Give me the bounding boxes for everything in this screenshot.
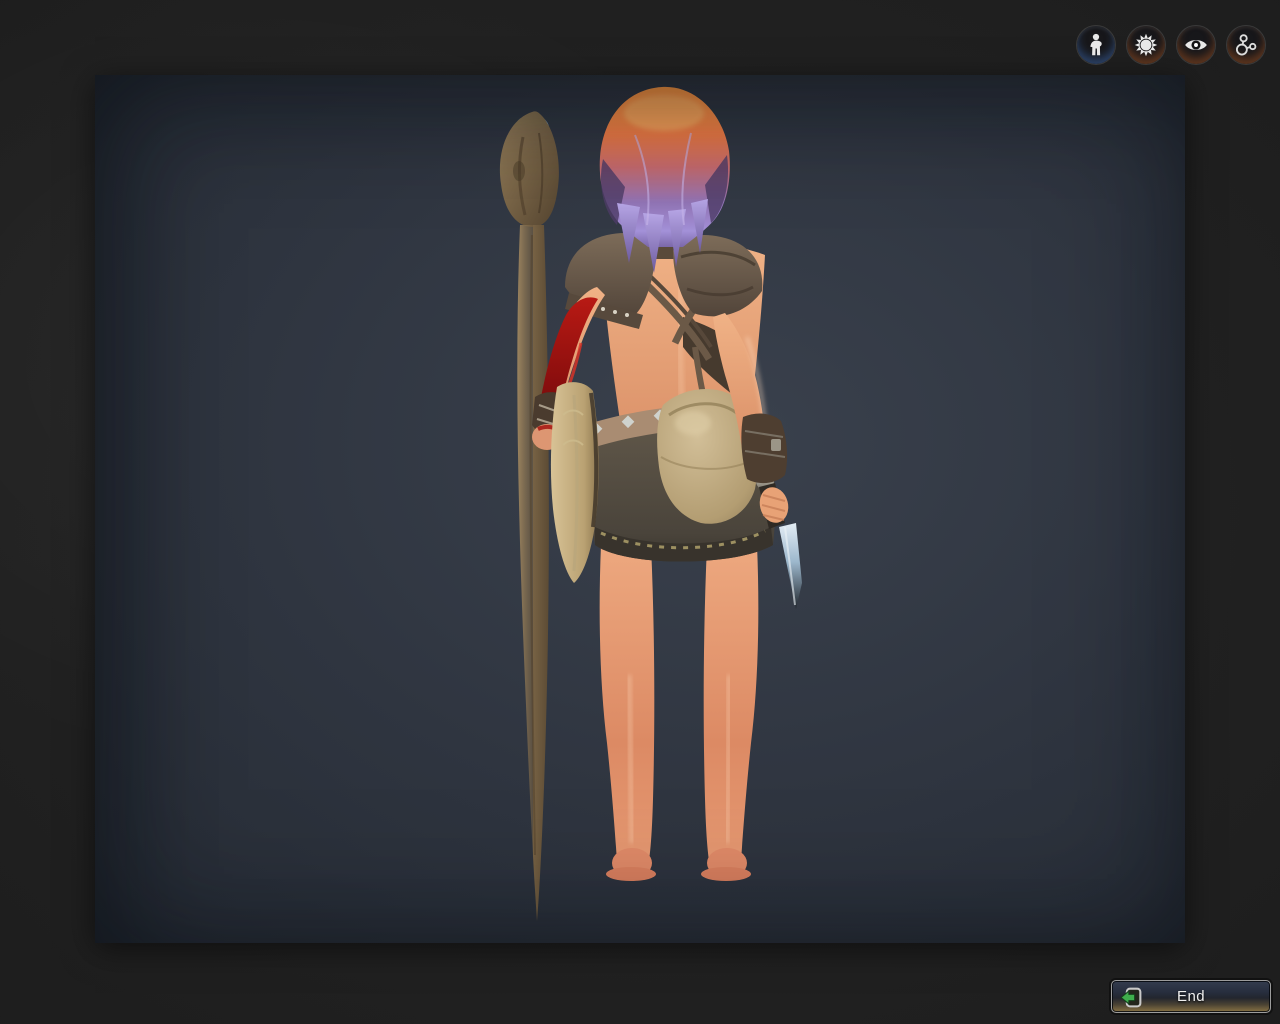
- right-leg: [703, 545, 759, 875]
- eye-icon: [1185, 40, 1207, 50]
- visibility-button[interactable]: [1176, 25, 1216, 65]
- sun-icon: [1134, 33, 1158, 57]
- screen: End: [0, 0, 1280, 1024]
- person-icon: [1090, 33, 1102, 56]
- legs: [599, 545, 759, 881]
- left-leg: [599, 545, 655, 875]
- end-button[interactable]: End: [1111, 980, 1271, 1013]
- connections-button[interactable]: [1226, 25, 1266, 65]
- staff: [499, 111, 559, 921]
- knife-sheath: [550, 382, 599, 583]
- molecule-icon: [1235, 34, 1257, 56]
- character-view-button[interactable]: [1076, 25, 1116, 65]
- lighting-button[interactable]: [1126, 25, 1166, 65]
- character-model: [499, 86, 802, 921]
- exit-arrow-icon: [1120, 987, 1142, 1008]
- model-viewport[interactable]: [95, 75, 1185, 943]
